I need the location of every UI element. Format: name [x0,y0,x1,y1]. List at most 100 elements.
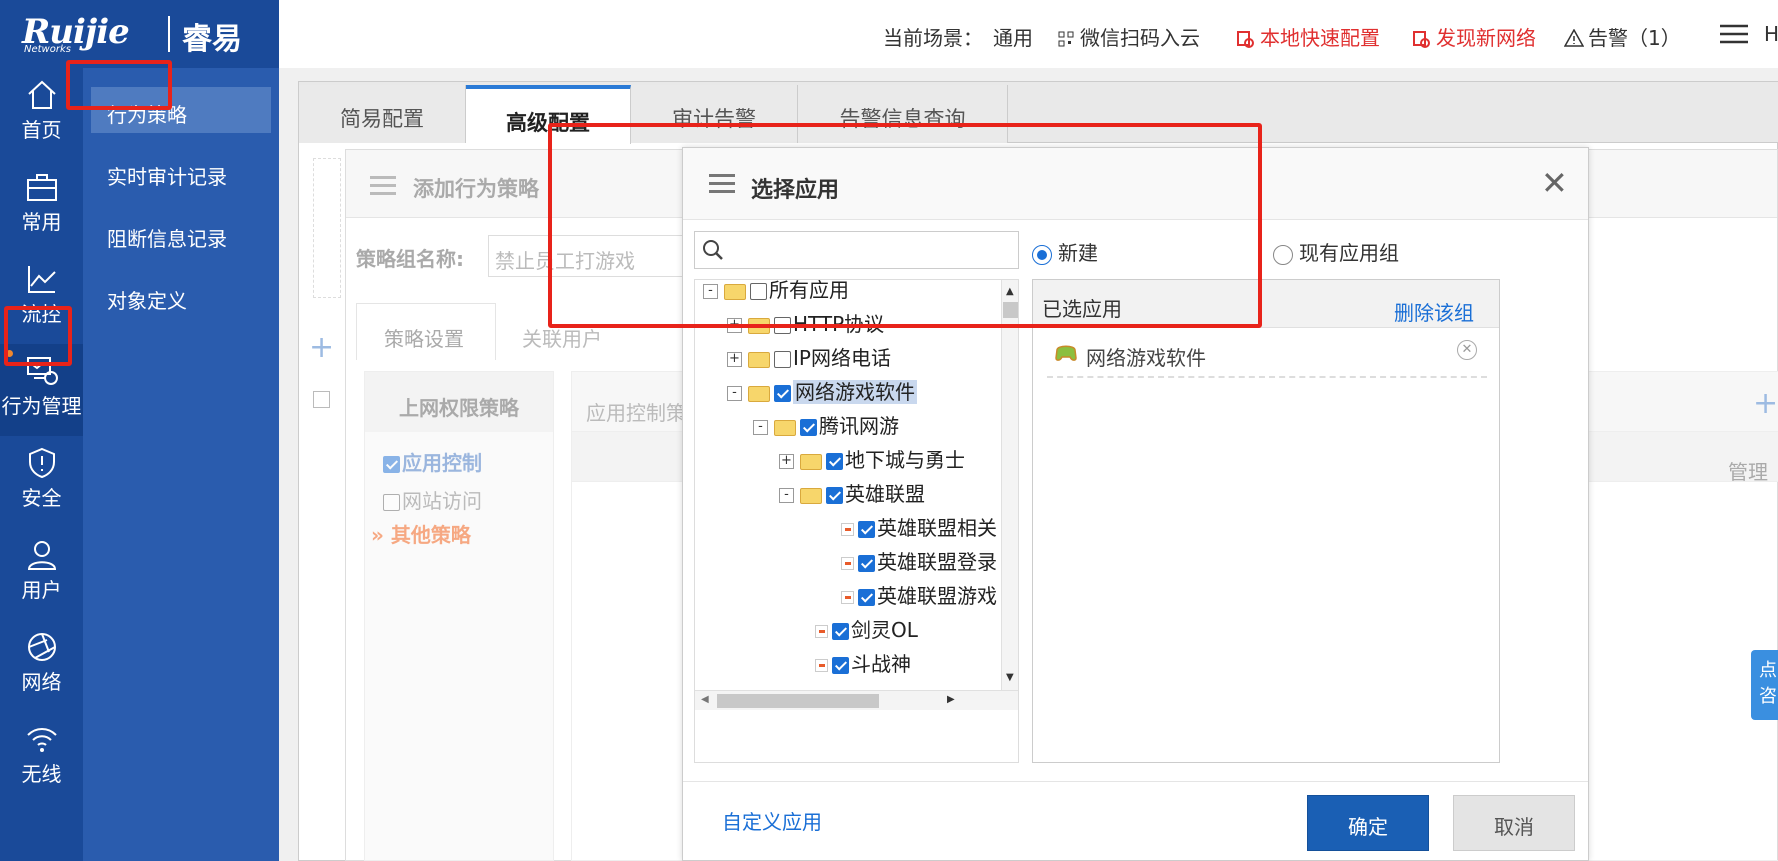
tree-label: 英雄联盟登录 [877,550,997,574]
tree-toggle[interactable]: - [727,386,742,401]
local-config-link[interactable]: 本地快速配置 [1236,22,1380,51]
rail-item-common[interactable]: 常用 [0,160,83,252]
wechat-cloud-link[interactable]: 微信扫码入云 [1058,22,1200,51]
briefcase-icon [26,174,57,201]
tree-checkbox[interactable] [858,589,875,606]
rail-label: 行为管理 [1,394,82,418]
annotation-box [4,306,72,366]
annotation-box [548,123,1262,328]
discover-network-link[interactable]: 发现新网络 [1412,22,1536,51]
app-leaf-icon [841,557,854,570]
add-rule-icon[interactable]: + [1753,386,1778,421]
app-leaf-icon [815,659,828,672]
folder-icon [774,419,796,436]
submenu-object-def[interactable]: 对象定义 [91,273,271,319]
left-rail: 首页 常用 流控 行为管理 安全 用户 网络 无线 [0,68,83,861]
shield-icon [28,447,55,479]
close-icon[interactable]: ✕ [1541,164,1568,202]
tree-vertical-scrollbar[interactable]: ▲ ▼ [1001,280,1018,690]
app-control-column: 应用控制策 [586,401,686,425]
rail-item-wireless[interactable]: 无线 [0,712,83,804]
hscroll-thumb[interactable] [717,694,879,708]
tree-checkbox[interactable] [826,487,843,504]
consult-widget[interactable]: 点咨 [1751,650,1778,720]
selected-app-label: 网络游戏软件 [1086,346,1206,370]
option-app-control[interactable]: 应用控制 [383,447,482,476]
tree-checkbox[interactable] [800,419,817,436]
option-web-label: 网站访问 [402,489,482,513]
tree-node[interactable]: 英雄联盟登录 [841,546,997,576]
tree-checkbox[interactable] [774,351,791,368]
cancel-button[interactable]: 取消 [1453,795,1575,851]
network-icon [27,633,56,661]
folder-icon [800,453,822,470]
radio-existing[interactable]: 现有应用组 [1273,237,1399,266]
rail-item-network[interactable]: 网络 [0,620,83,712]
app-leaf-icon [841,523,854,536]
warning-icon [1563,28,1585,47]
policy-side-list: 上网权限策略 应用控制 网站访问 » 其他策略 [364,371,554,861]
tree-label: 剑灵OL [851,618,918,642]
tree-node[interactable]: + 地下城与勇士 [779,444,965,474]
rail-item-security[interactable]: 安全 [0,436,83,528]
local-config-label: 本地快速配置 [1260,26,1380,50]
bg-checkbox[interactable] [313,391,330,408]
tree-checkbox[interactable] [858,521,875,538]
tree-checkbox[interactable] [858,555,875,572]
tree-label: 地下城与勇士 [845,448,965,472]
tree-label: 斗战神 [851,652,911,676]
tree-node[interactable]: - 英雄联盟 [779,478,925,508]
wifi-icon [26,728,57,752]
tree-toggle[interactable]: + [779,454,794,469]
tree-label: IP网络电话 [793,346,891,370]
hamburger-icon[interactable] [1720,24,1748,49]
tree-checkbox[interactable] [826,453,843,470]
tree-label: 英雄联盟游戏 [877,584,997,608]
tree-node[interactable]: 斗战神 [815,648,911,678]
tree-checkbox[interactable] [832,657,849,674]
tree-node[interactable]: 英雄联盟游戏 [841,580,997,610]
app-leaf-icon [815,625,828,638]
tree-toggle[interactable]: - [753,420,768,435]
tree-node[interactable]: - 网络游戏软件 [727,376,917,406]
tree-node[interactable]: - 腾讯网游 [753,410,899,440]
user-icon [27,541,56,570]
submenu-audit-records[interactable]: 实时审计记录 [91,149,271,195]
wechat-label: 微信扫码入云 [1080,26,1200,50]
delete-group-link[interactable]: 删除该组 [1394,297,1474,326]
tree-horizontal-scrollbar[interactable]: ◀ ▶ [695,690,1018,710]
manage-column: 管理 [1728,460,1768,484]
alarm-link[interactable]: 告警（1） [1563,22,1681,51]
remove-item-icon[interactable]: ✕ [1457,340,1477,360]
tree-toggle[interactable]: + [727,352,742,367]
option-other-policy[interactable]: » 其他策略 [371,519,471,548]
discover-label: 发现新网络 [1436,26,1536,50]
internet-policy-head: 上网权限策略 [365,372,553,432]
tab-simple-config[interactable]: 简易配置 [299,85,466,143]
scene-value[interactable]: 通用 [993,22,1033,51]
tree-node[interactable]: 英雄联盟相关 [841,512,997,542]
tree-toggle[interactable]: - [779,488,794,503]
custom-app-link[interactable]: 自定义应用 [722,806,822,835]
radio-existing-button[interactable] [1273,244,1293,265]
top-bar: 当前场景： 通用 微信扫码入云 本地快速配置 发现新网络 告警（1） H [279,0,1778,68]
config-icon [1413,31,1430,48]
tree-node[interactable]: 剑灵OL [815,614,918,644]
submenu-block-records[interactable]: 阻断信息记录 [91,211,271,257]
scroll-down-icon[interactable]: ▼ [1006,672,1014,683]
tree-node[interactable]: + IP网络电话 [727,342,891,372]
tree-checkbox[interactable] [774,385,791,402]
tree-label: 英雄联盟相关 [877,516,997,540]
tree-checkbox[interactable] [832,623,849,640]
rail-label: 网络 [21,670,62,694]
secondary-menu: 行为策略 实时审计记录 阻断信息记录 对象定义 [83,68,279,861]
panel-title: 添加行为策略 [413,177,539,201]
confirm-button[interactable]: 确定 [1307,795,1429,851]
folder-icon [748,385,770,402]
add-icon[interactable]: + [309,330,334,365]
subtab-policy-settings[interactable]: 策略设置 [384,323,464,352]
scroll-left-icon[interactable]: ◀ [701,694,709,705]
scroll-right-icon[interactable]: ▶ [947,694,955,705]
rail-item-user[interactable]: 用户 [0,528,83,620]
option-web-access[interactable]: 网站访问 [383,485,482,514]
